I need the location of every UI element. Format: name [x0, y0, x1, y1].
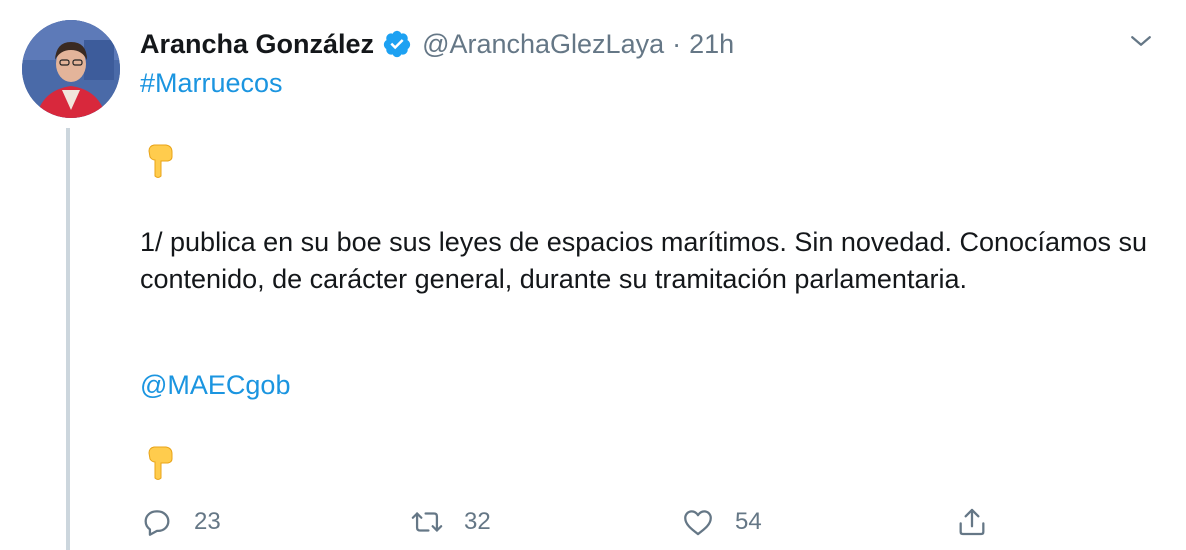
- retweet-button[interactable]: 32: [410, 502, 491, 542]
- tweet-header: Arancha González @AranchaGlezLaya · 21h: [140, 24, 734, 64]
- chevron-down-icon[interactable]: [1126, 26, 1156, 56]
- avatar[interactable]: [22, 20, 120, 118]
- timestamp[interactable]: 21h: [689, 29, 734, 60]
- like-icon: [684, 510, 712, 536]
- reply-button[interactable]: 23: [140, 502, 221, 542]
- like-button[interactable]: 54: [681, 502, 762, 542]
- share-button[interactable]: [955, 502, 989, 542]
- retweet-icon: [411, 512, 443, 532]
- thread-line: [66, 128, 70, 550]
- retweet-count: 32: [464, 508, 491, 535]
- like-count: 54: [735, 508, 762, 535]
- reply-icon: [144, 510, 170, 536]
- tweet[interactable]: Arancha González @AranchaGlezLaya · 21h …: [0, 0, 1186, 550]
- hashtag-link[interactable]: #Marruecos: [140, 68, 283, 99]
- reply-count: 23: [194, 508, 221, 535]
- author-handle[interactable]: @AranchaGlezLaya: [422, 29, 664, 60]
- separator-dot: ·: [672, 28, 682, 59]
- verified-icon: [383, 30, 411, 58]
- tweet-text: 1/ publica en su boe sus leyes de espaci…: [140, 227, 1148, 294]
- mention-link[interactable]: @MAECgob: [140, 370, 290, 401]
- pointing-down-emoji: [148, 446, 173, 480]
- author-name[interactable]: Arancha González: [140, 29, 374, 60]
- pointing-down-emoji: [148, 144, 173, 178]
- share-icon: [959, 508, 985, 536]
